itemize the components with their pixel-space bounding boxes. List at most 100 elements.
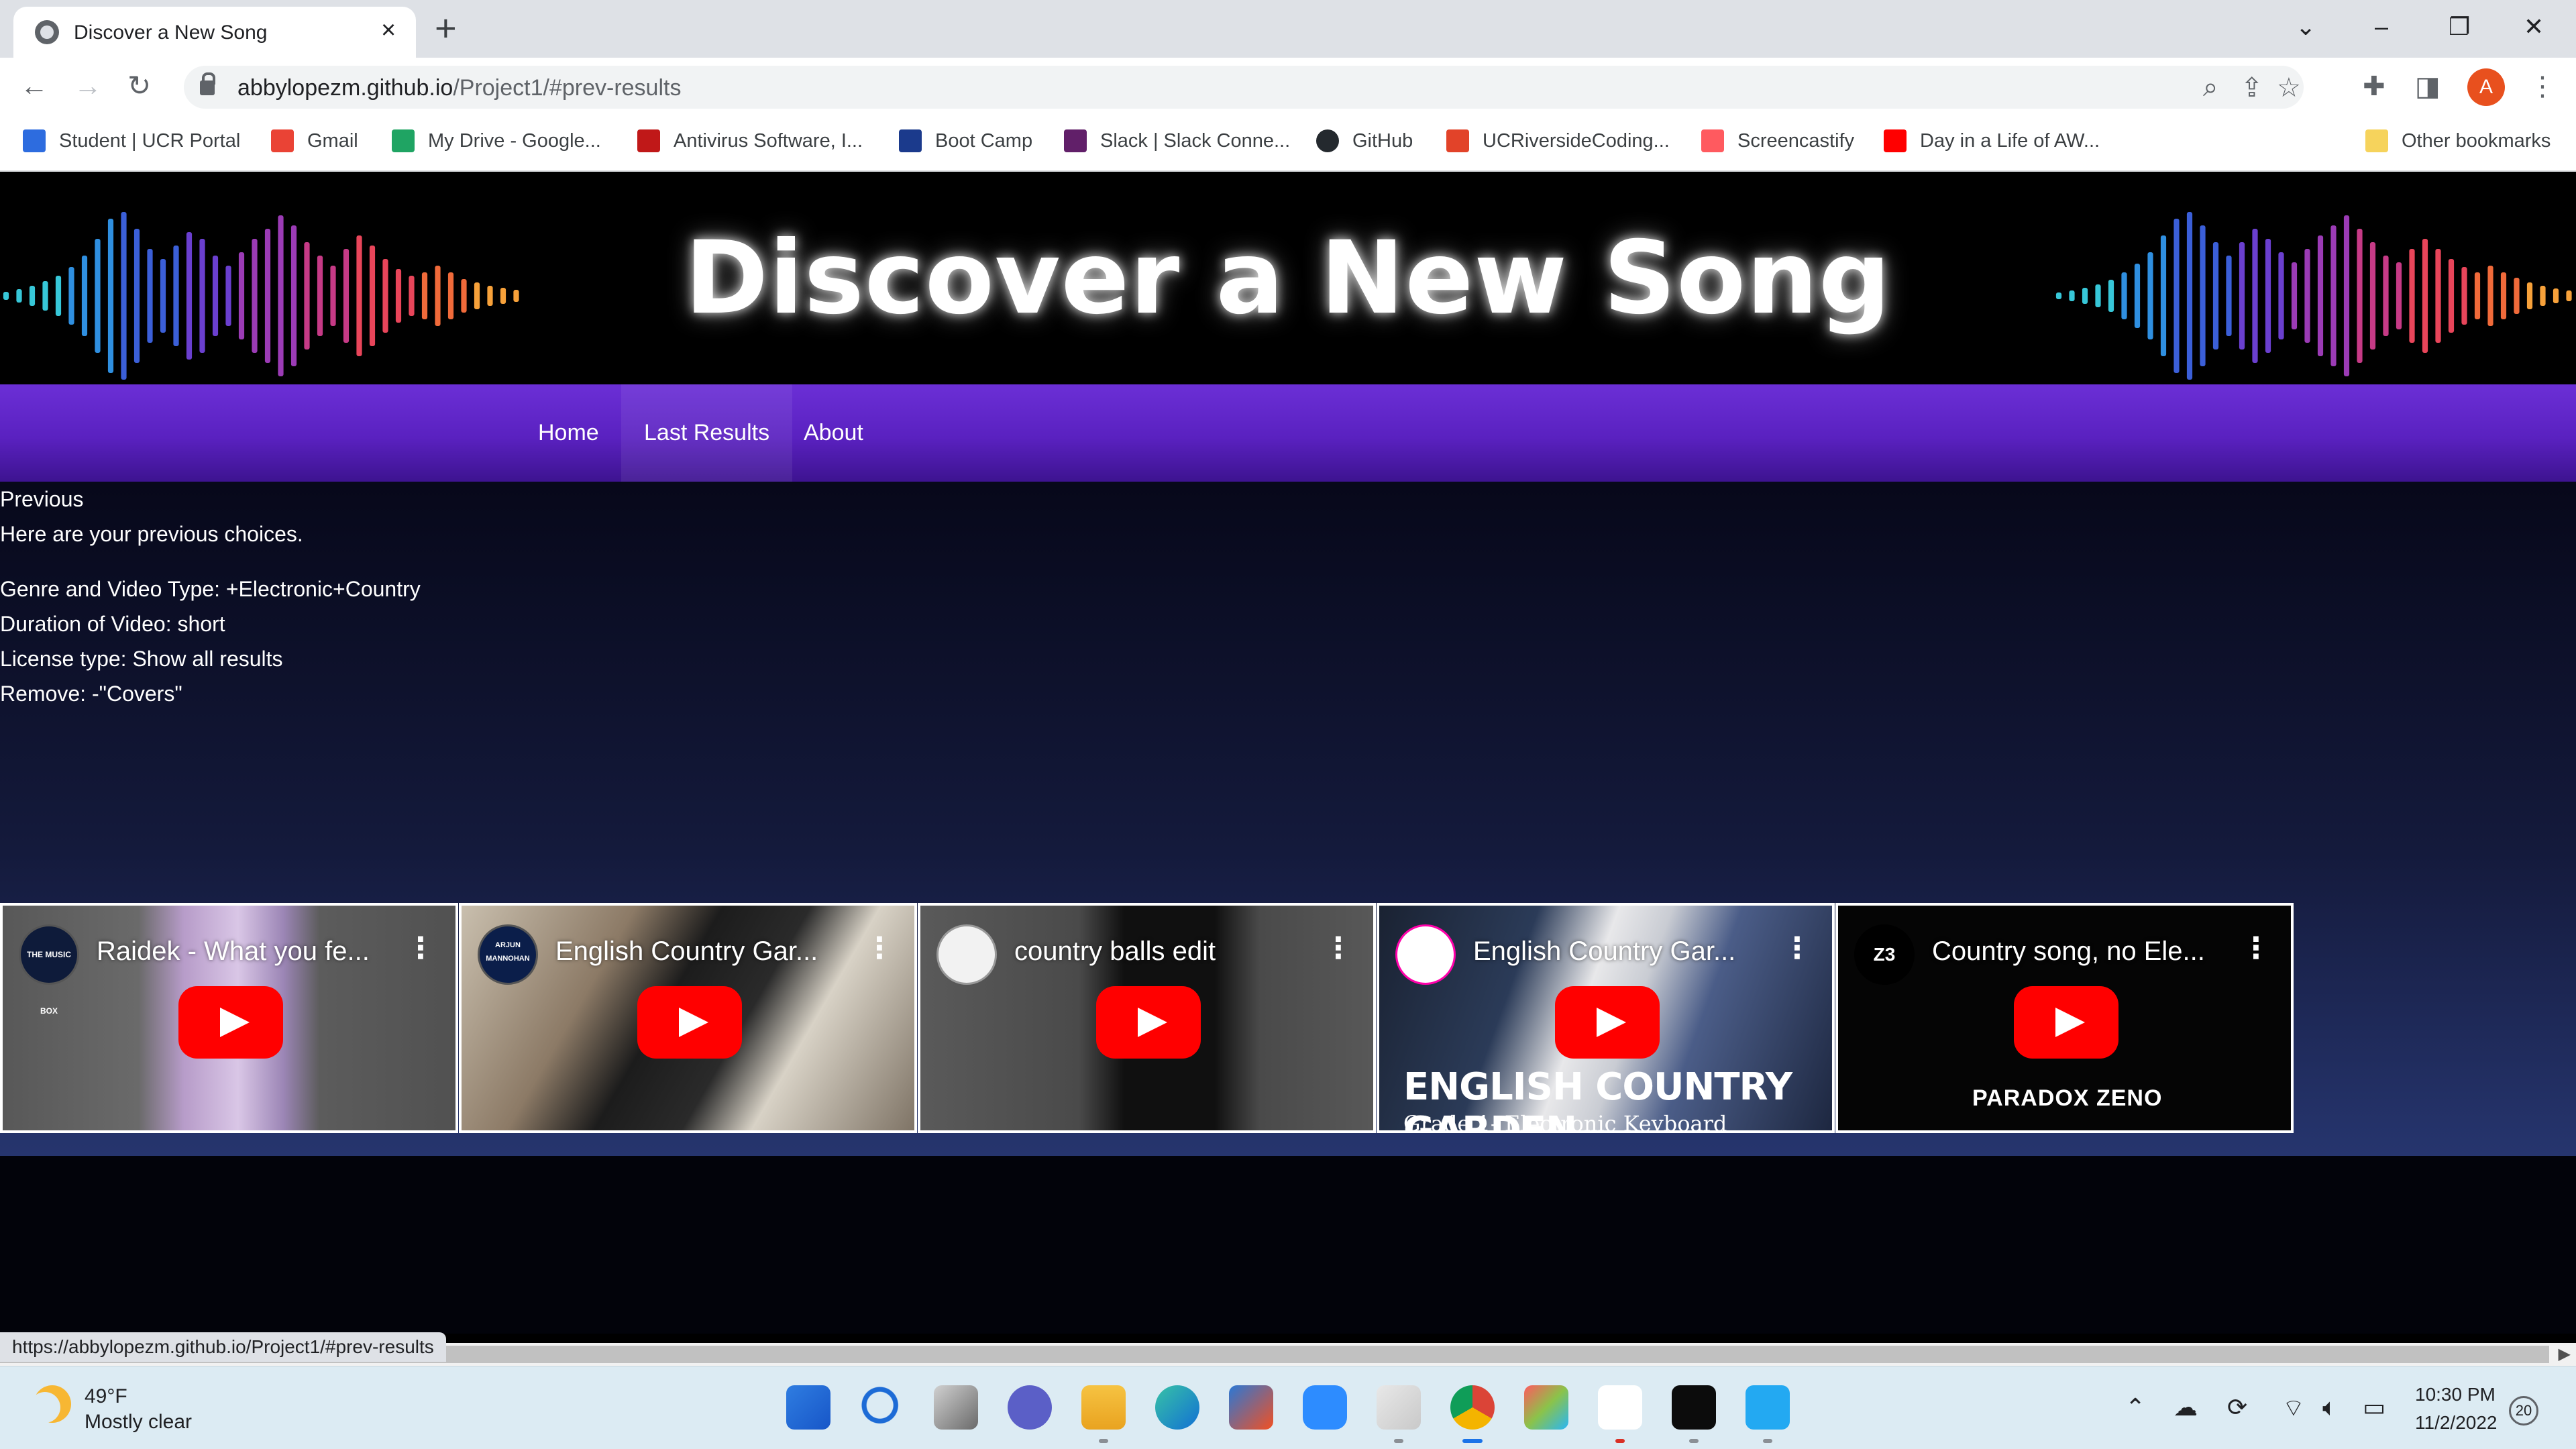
wifi-icon[interactable]: ⌔ [2282, 1393, 2305, 1424]
sync-icon[interactable]: ⟳ [2227, 1393, 2247, 1421]
soundwave-bar [2526, 282, 2533, 309]
scroll-right-icon[interactable]: ▶ [2559, 1343, 2571, 1366]
soundwave-bar [2474, 272, 2481, 319]
menu-icon[interactable]: ⋮ [2529, 70, 2556, 103]
video-embed[interactable]: Z3 Country song, no Ele... ⋮ PARADOX ZEN… [1835, 903, 2294, 1133]
start-icon[interactable] [786, 1385, 830, 1430]
lock-icon[interactable] [200, 72, 215, 95]
results-intro: Here are your previous choices. [0, 522, 303, 546]
soundwave-bar [2226, 256, 2232, 336]
forward-icon[interactable]: → [74, 68, 102, 103]
close-tab-icon[interactable]: × [381, 16, 396, 45]
side-panel-icon[interactable]: ◨ [2415, 70, 2440, 103]
bookmark-screencastify[interactable]: Screencastify [1701, 126, 1854, 156]
video-embed[interactable]: English Country Gar... ⋮ ENGLISH COUNTRY… [1377, 903, 1835, 1133]
youtube-play-button[interactable] [178, 986, 283, 1059]
show-hidden-icons[interactable]: ⌃ [2125, 1393, 2145, 1421]
bookmark-google-drive[interactable]: My Drive - Google... [392, 126, 601, 156]
clock-time[interactable]: 10:30 PM [2415, 1384, 2496, 1405]
url-text[interactable]: abbylopezm.github.io/Project1/#prev-resu… [237, 75, 681, 101]
site-nav: Home Last Results About [0, 384, 2576, 482]
more-options-icon[interactable]: ⋮ [2241, 931, 2271, 966]
close-window-icon[interactable]: ✕ [2524, 5, 2544, 48]
bookmark-gmail[interactable]: Gmail [271, 126, 358, 156]
youtube-play-button[interactable] [1555, 986, 1660, 1059]
minimize-icon[interactable]: – [2375, 5, 2388, 48]
nav-about[interactable]: About [781, 384, 886, 482]
app-icon[interactable] [1524, 1385, 1568, 1430]
video-embed[interactable]: country balls edit ⋮ [918, 903, 1376, 1133]
youtube-play-button[interactable] [2014, 986, 2118, 1059]
video-embed[interactable]: ARJUN MANNOHAN English Country Gar... ⋮ [459, 903, 917, 1133]
vscode-icon[interactable] [1746, 1385, 1790, 1443]
new-tab-icon[interactable]: + [435, 7, 457, 50]
video-title[interactable]: Country song, no Ele... [1932, 936, 2205, 967]
mcafee-icon [637, 129, 660, 152]
onedrive-icon[interactable]: ☁ [2174, 1393, 2198, 1421]
weather-description[interactable]: Mostly clear [85, 1411, 192, 1434]
channel-avatar[interactable]: ARJUN MANNOHAN [478, 924, 538, 985]
notification-badge[interactable]: 20 [2509, 1396, 2538, 1426]
nav-home[interactable]: Home [515, 384, 622, 482]
bookmarks-bar: Student | UCR Portal Gmail My Drive - Go… [0, 115, 2576, 172]
extensions-icon[interactable]: ✚ [2363, 70, 2385, 103]
more-options-icon[interactable]: ⋮ [406, 931, 435, 966]
channel-avatar[interactable] [936, 924, 997, 985]
volume-icon[interactable]: 🔈︎ [2322, 1393, 2337, 1422]
youtube-play-button[interactable] [1096, 986, 1201, 1059]
restore-icon[interactable]: ❐ [2449, 5, 2470, 48]
slack-taskbar-icon[interactable] [1598, 1385, 1642, 1443]
search-icon[interactable] [860, 1385, 904, 1430]
share-icon[interactable]: ⇪ [2241, 72, 2263, 103]
edge-icon[interactable] [1155, 1385, 1199, 1430]
youtube-play-button[interactable] [637, 986, 742, 1059]
ucr-icon [23, 129, 46, 152]
bookmark-star-icon[interactable]: ☆ [2277, 72, 2301, 103]
soundwave-bar [2252, 229, 2258, 363]
bookmark-gitlab[interactable]: UCRiversideCoding... [1446, 126, 1670, 156]
more-options-icon[interactable]: ⋮ [1782, 931, 1812, 966]
bookmark-antivirus[interactable]: Antivirus Software, I... [637, 126, 863, 156]
tab-search-icon[interactable]: ⌄ [2296, 5, 2316, 48]
other-bookmarks[interactable]: Other bookmarks [2365, 126, 2551, 156]
clock-date[interactable]: 11/2/2022 [2415, 1412, 2498, 1434]
bookmark-boot-camp[interactable]: Boot Camp [899, 126, 1032, 156]
video-title[interactable]: English Country Gar... [1473, 936, 1735, 967]
task-view-icon[interactable] [934, 1385, 978, 1430]
soundwave-bar [2174, 219, 2180, 373]
zoom-app-icon[interactable] [1303, 1385, 1347, 1430]
browser-tab[interactable]: Discover a New Song × [13, 7, 416, 58]
more-options-icon[interactable]: ⋮ [1324, 931, 1353, 966]
battery-icon[interactable]: ▭ [2363, 1393, 2385, 1421]
channel-avatar[interactable]: Z3 [1854, 924, 1915, 985]
soundwave-bar [2500, 272, 2507, 319]
zoom-icon[interactable]: ⌕ [2203, 72, 2218, 103]
chrome-icon[interactable] [1450, 1385, 1495, 1443]
weather-temperature[interactable]: 49°F [85, 1385, 127, 1408]
video-title[interactable]: country balls edit [1014, 936, 1216, 967]
profile-avatar[interactable]: A [2467, 68, 2505, 106]
video-title[interactable]: Raidek - What you fe... [97, 936, 370, 967]
more-options-icon[interactable]: ⋮ [865, 931, 894, 966]
bookmark-slack[interactable]: Slack | Slack Conne... [1064, 126, 1290, 156]
bookmark-youtube[interactable]: Day in a Life of AW... [1884, 126, 2100, 156]
soundwave-bar [2409, 249, 2415, 343]
file-explorer-icon[interactable] [1081, 1385, 1126, 1443]
teams-chat-icon[interactable] [1008, 1385, 1052, 1430]
store-icon[interactable] [1229, 1385, 1273, 1430]
channel-avatar[interactable] [1395, 924, 1456, 985]
video-title[interactable]: English Country Gar... [555, 936, 818, 967]
bookmark-ucr-portal[interactable]: Student | UCR Portal [23, 126, 240, 156]
address-bar[interactable]: abbylopezm.github.io/Project1/#prev-resu… [184, 66, 2304, 109]
back-icon[interactable]: ← [20, 68, 48, 103]
bookmark-github[interactable]: GitHub [1316, 126, 1413, 156]
channel-avatar[interactable]: THE MUSIC BOX [19, 924, 79, 1016]
reload-icon[interactable]: ↻ [127, 68, 151, 103]
soundwave-bar [2134, 264, 2141, 328]
soundwave-bar [2186, 212, 2193, 380]
snipping-tool-icon[interactable] [1377, 1385, 1421, 1443]
moon-weather-icon[interactable] [30, 1385, 71, 1423]
video-embed[interactable]: THE MUSIC BOX Raidek - What you fe... ⋮ [0, 903, 458, 1133]
terminal-icon[interactable] [1672, 1385, 1716, 1443]
nav-last-results[interactable]: Last Results [621, 384, 793, 482]
